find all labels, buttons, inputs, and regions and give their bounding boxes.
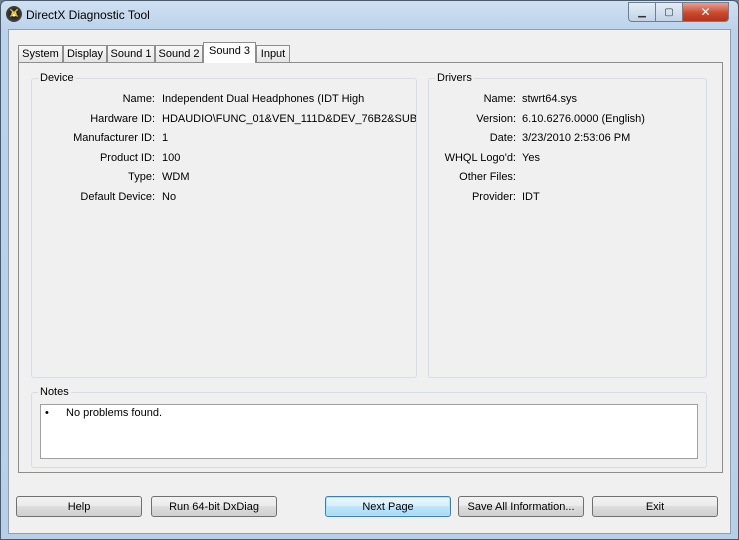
window-title: DirectX Diagnostic Tool bbox=[26, 8, 150, 22]
driver-name-row: Name: stwrt64.sys bbox=[429, 92, 706, 106]
default-device-row: Default Device: No bbox=[32, 190, 416, 204]
exit-button[interactable]: Exit bbox=[592, 496, 718, 517]
next-page-button[interactable]: Next Page bbox=[325, 496, 451, 517]
dialog-client-area: System Display Sound 1 Sound 2 Sound 3 I… bbox=[8, 29, 731, 534]
tab-sound-1[interactable]: Sound 1 bbox=[107, 45, 155, 62]
directx-app-icon: ✕ bbox=[6, 5, 22, 22]
close-icon: ✕ bbox=[700, 5, 711, 19]
type-label: Type: bbox=[128, 171, 155, 183]
dxdiag-window: ✕ DirectX Diagnostic Tool ▁ ▢ ✕ System D… bbox=[0, 0, 739, 540]
type-row: Type: WDM bbox=[32, 170, 416, 184]
manufacturer-id-row: Manufacturer ID: 1 bbox=[32, 131, 416, 145]
whql-row: WHQL Logo'd: Yes bbox=[429, 151, 706, 165]
maximize-button[interactable]: ▢ bbox=[655, 2, 683, 22]
driver-date-value: 3/23/2010 2:53:06 PM bbox=[522, 132, 631, 144]
driver-date-label: Date: bbox=[489, 132, 516, 144]
manufacturer-id-label: Manufacturer ID: bbox=[73, 132, 155, 144]
provider-value: IDT bbox=[522, 191, 540, 203]
maximize-icon: ▢ bbox=[664, 6, 674, 18]
driver-version-label: Version: bbox=[476, 113, 516, 125]
note-item: No problems found. bbox=[66, 407, 162, 419]
device-name-row: Name: Independent Dual Headphones (IDT H… bbox=[32, 92, 416, 106]
minimize-icon: ▁ bbox=[638, 6, 646, 18]
other-files-label: Other Files: bbox=[459, 171, 516, 183]
provider-row: Provider: IDT bbox=[429, 190, 706, 204]
tab-sound-2[interactable]: Sound 2 bbox=[155, 45, 203, 62]
hardware-id-value: HDAUDIO\FUNC_01&VEN_111D&DEV_76B2&SUBS' bbox=[162, 113, 416, 125]
notes-group: Notes • No problems found. bbox=[31, 386, 707, 468]
driver-name-label: Name: bbox=[483, 93, 516, 105]
default-device-value: No bbox=[162, 191, 177, 203]
drivers-group: Drivers Name: stwrt64.sys Version: 6.10.… bbox=[428, 72, 707, 378]
save-all-information-button[interactable]: Save All Information... bbox=[458, 496, 584, 517]
device-group: Device Name: Independent Dual Headphones… bbox=[31, 72, 417, 378]
hardware-id-label: Hardware ID: bbox=[90, 113, 155, 125]
tab-system[interactable]: System bbox=[18, 45, 63, 62]
notes-textbox[interactable]: • No problems found. bbox=[40, 404, 698, 459]
driver-date-row: Date: 3/23/2010 2:53:06 PM bbox=[429, 131, 706, 145]
title-bar[interactable]: ✕ DirectX Diagnostic Tool ▁ ▢ ✕ bbox=[1, 1, 738, 29]
provider-label: Provider: bbox=[471, 191, 516, 203]
driver-version-value: 6.10.6276.0000 (English) bbox=[522, 113, 645, 125]
close-button[interactable]: ✕ bbox=[682, 2, 729, 22]
tab-display[interactable]: Display bbox=[63, 45, 107, 62]
default-device-label: Default Device: bbox=[80, 191, 155, 203]
sound-3-panel: Device Name: Independent Dual Headphones… bbox=[18, 62, 723, 473]
note-bullet: • bbox=[45, 407, 49, 419]
minimize-button[interactable]: ▁ bbox=[628, 2, 656, 22]
tab-input[interactable]: Input bbox=[256, 45, 290, 62]
product-id-label: Product ID: bbox=[99, 152, 155, 164]
drivers-group-title: Drivers bbox=[435, 72, 474, 84]
device-group-title: Device bbox=[38, 72, 76, 84]
device-name-label: Name: bbox=[122, 93, 155, 105]
hardware-id-row: Hardware ID: HDAUDIO\FUNC_01&VEN_111D&DE… bbox=[32, 112, 416, 126]
whql-label: WHQL Logo'd: bbox=[444, 152, 516, 164]
help-button[interactable]: Help bbox=[16, 496, 142, 517]
notes-group-title: Notes bbox=[38, 386, 71, 398]
product-id-value: 100 bbox=[162, 152, 181, 164]
whql-value: Yes bbox=[522, 152, 540, 164]
product-id-row: Product ID: 100 bbox=[32, 151, 416, 165]
type-value: WDM bbox=[162, 171, 190, 183]
tab-sound-3[interactable]: Sound 3 bbox=[203, 42, 256, 63]
driver-name-value: stwrt64.sys bbox=[522, 93, 578, 105]
driver-version-row: Version: 6.10.6276.0000 (English) bbox=[429, 112, 706, 126]
run-64bit-dxdiag-button[interactable]: Run 64-bit DxDiag bbox=[151, 496, 277, 517]
manufacturer-id-value: 1 bbox=[162, 132, 169, 144]
other-files-row: Other Files: bbox=[429, 170, 706, 184]
device-name-value: Independent Dual Headphones (IDT High bbox=[162, 93, 365, 105]
